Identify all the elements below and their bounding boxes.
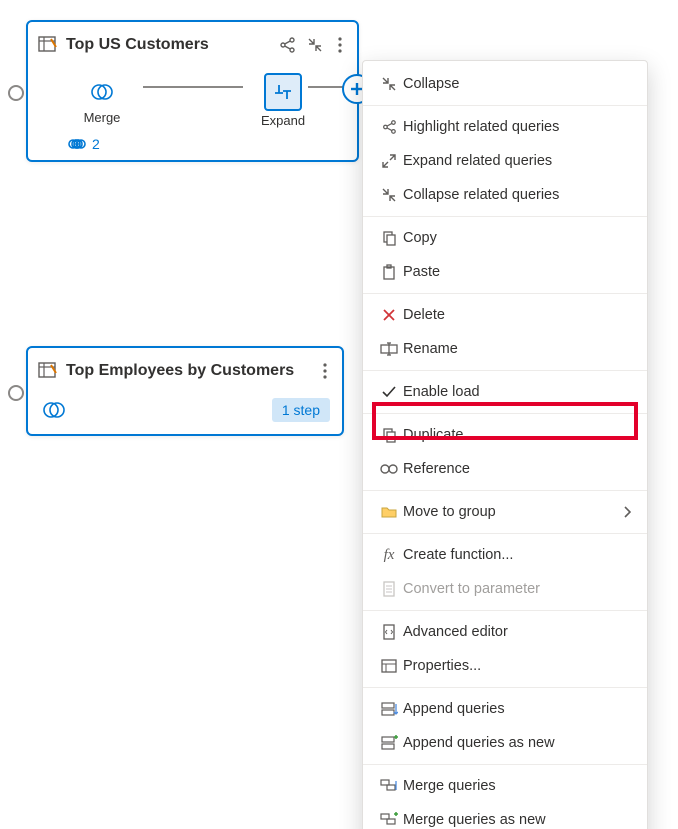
menu-separator — [363, 413, 647, 414]
collapse-icon[interactable] — [305, 35, 325, 55]
menu-label: Merge queries as new — [403, 812, 631, 828]
menu-separator — [363, 105, 647, 106]
chevron-right-icon — [623, 506, 631, 518]
share-icon[interactable] — [277, 35, 297, 55]
menu-separator — [363, 610, 647, 611]
step-label: Expand — [261, 113, 305, 128]
menu-collapse[interactable]: Collapse — [363, 67, 647, 101]
merge-queries-icon — [375, 778, 403, 794]
link-icon — [375, 463, 403, 475]
steps-row: 1 step — [28, 390, 342, 434]
table-icon — [38, 361, 58, 381]
menu-label: Duplicate — [403, 427, 631, 443]
expand-step[interactable]: Expand — [243, 73, 323, 128]
menu-create-function[interactable]: fx Create function... — [363, 538, 647, 572]
merge-new-icon — [375, 812, 403, 828]
link-icon — [68, 137, 86, 151]
edge-node-icon — [8, 85, 24, 101]
merge-icon — [86, 76, 118, 108]
menu-reference[interactable]: Reference — [363, 452, 647, 486]
collapse-arrows-icon — [375, 76, 403, 92]
folder-icon — [375, 505, 403, 519]
share-icon — [375, 119, 403, 135]
menu-separator — [363, 370, 647, 371]
menu-separator — [363, 490, 647, 491]
menu-delete[interactable]: Delete — [363, 298, 647, 332]
menu-label: Merge queries — [403, 778, 631, 794]
step-count-badge[interactable]: 1 step — [272, 398, 330, 422]
function-fx-icon: fx — [375, 547, 403, 564]
more-options-icon[interactable] — [333, 35, 347, 55]
menu-label: Append queries — [403, 701, 631, 717]
delete-x-icon — [375, 308, 403, 322]
menu-label: Append queries as new — [403, 735, 631, 751]
append-new-icon — [375, 735, 403, 751]
query-title: Top US Customers — [66, 36, 269, 54]
menu-label: Collapse — [403, 76, 631, 92]
duplicate-icon — [375, 427, 403, 443]
menu-collapse-related[interactable]: Collapse related queries — [363, 178, 647, 212]
menu-label: Properties... — [403, 658, 631, 674]
menu-label: Highlight related queries — [403, 119, 631, 135]
table-icon — [38, 35, 58, 55]
menu-merge-queries[interactable]: Merge queries — [363, 769, 647, 803]
paste-icon — [375, 264, 403, 280]
menu-move-to-group[interactable]: Move to group — [363, 495, 647, 529]
checkmark-icon — [375, 384, 403, 400]
copy-icon — [375, 230, 403, 246]
rename-icon — [375, 342, 403, 356]
query-card-top-us-customers[interactable]: Top US Customers Merge — [26, 20, 359, 162]
query-card-top-employees[interactable]: Top Employees by Customers 1 step — [26, 346, 344, 436]
menu-highlight-related[interactable]: Highlight related queries — [363, 110, 647, 144]
menu-label: Delete — [403, 307, 631, 323]
reference-count-value: 2 — [92, 136, 100, 152]
menu-label: Collapse related queries — [403, 187, 631, 203]
menu-copy[interactable]: Copy — [363, 221, 647, 255]
menu-append-as-new[interactable]: Append queries as new — [363, 726, 647, 760]
menu-label: Convert to parameter — [403, 581, 631, 597]
query-title: Top Employees by Customers — [66, 362, 310, 380]
menu-append-queries[interactable]: Append queries — [363, 692, 647, 726]
menu-merge-as-new[interactable]: Merge queries as new — [363, 803, 647, 829]
step-connector — [143, 86, 243, 88]
collapse-arrows-icon — [375, 187, 403, 203]
step-label: Merge — [84, 110, 121, 125]
menu-properties[interactable]: Properties... — [363, 649, 647, 683]
menu-label: Paste — [403, 264, 631, 280]
menu-expand-related[interactable]: Expand related queries — [363, 144, 647, 178]
menu-rename[interactable]: Rename — [363, 332, 647, 366]
menu-enable-load[interactable]: Enable load — [363, 375, 647, 409]
diagram-canvas: Top US Customers Merge — [0, 0, 678, 829]
menu-label: Enable load — [403, 384, 631, 400]
menu-label: Advanced editor — [403, 624, 631, 640]
menu-convert-to-parameter: Convert to parameter — [363, 572, 647, 606]
menu-label: Move to group — [403, 504, 623, 520]
menu-duplicate[interactable]: Duplicate — [363, 418, 647, 452]
append-icon — [375, 701, 403, 717]
menu-separator — [363, 764, 647, 765]
menu-paste[interactable]: Paste — [363, 255, 647, 289]
properties-icon — [375, 659, 403, 673]
menu-separator — [363, 293, 647, 294]
steps-row: Merge Expand — [28, 64, 357, 136]
expand-step-icon — [264, 73, 302, 111]
menu-separator — [363, 687, 647, 688]
menu-label: Create function... — [403, 547, 631, 563]
menu-label: Copy — [403, 230, 631, 246]
merge-icon[interactable] — [40, 396, 68, 424]
expand-arrows-icon — [375, 153, 403, 169]
parameter-icon — [375, 581, 403, 597]
edge-node-icon — [8, 385, 24, 401]
more-options-icon[interactable] — [318, 361, 332, 381]
menu-separator — [363, 533, 647, 534]
editor-icon — [375, 624, 403, 640]
menu-label: Reference — [403, 461, 631, 477]
menu-label: Expand related queries — [403, 153, 631, 169]
menu-advanced-editor[interactable]: Advanced editor — [363, 615, 647, 649]
menu-label: Rename — [403, 341, 631, 357]
merge-step[interactable]: Merge — [62, 76, 142, 125]
menu-separator — [363, 216, 647, 217]
reference-count[interactable]: 2 — [28, 136, 357, 160]
context-menu: Collapse Highlight related queries Expan… — [362, 60, 648, 829]
